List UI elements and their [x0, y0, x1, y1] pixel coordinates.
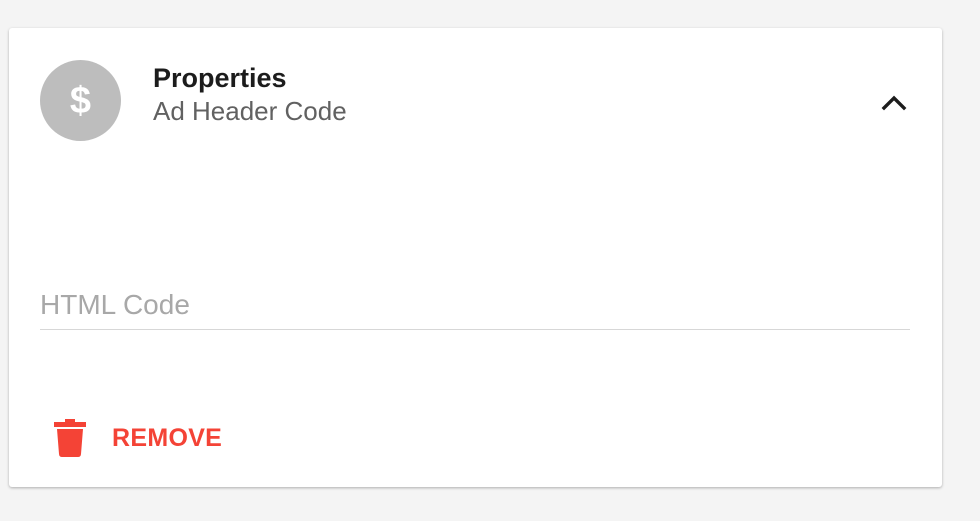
card-header[interactable]: $ Properties Ad Header Code	[9, 28, 942, 178]
card-title: Properties	[153, 63, 287, 93]
html-code-field	[40, 280, 910, 334]
dollar-icon: $	[69, 79, 92, 122]
html-code-input[interactable]	[40, 280, 910, 330]
ad-header-code-card: $ Properties Ad Header Code REMOVE	[9, 28, 942, 487]
card-titles: Properties Ad Header Code	[153, 62, 347, 128]
chevron-up-icon	[881, 95, 907, 111]
card-subtitle: Ad Header Code	[153, 96, 347, 126]
avatar: $	[40, 60, 121, 141]
trash-icon	[54, 419, 86, 457]
remove-button[interactable]: REMOVE	[54, 416, 222, 460]
collapse-button[interactable]	[878, 86, 910, 118]
remove-button-label: REMOVE	[112, 423, 223, 452]
